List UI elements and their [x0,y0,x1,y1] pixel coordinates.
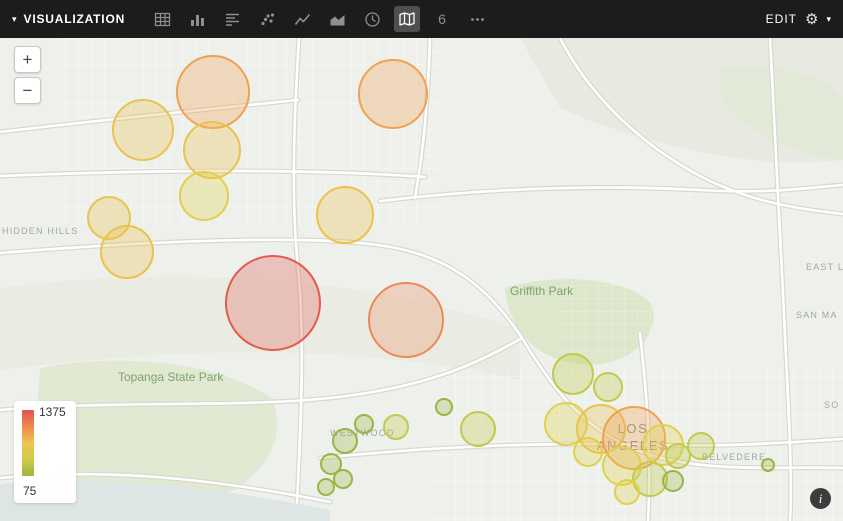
scatter-plot-icon[interactable] [254,6,280,32]
area-chart-icon[interactable] [324,6,350,32]
tile-map-icon[interactable] [394,6,420,32]
legend-max-value: 1375 [39,405,66,419]
edit-controls: EDIT ⚙ ▾ [766,12,831,27]
map-bubble[interactable] [333,429,357,453]
vis-type-switcher: 6 [149,6,766,32]
gear-icon[interactable]: ⚙ [805,12,818,27]
info-icon[interactable]: i [810,488,831,509]
more-options-icon[interactable] [464,6,490,32]
map-bubble[interactable] [334,470,352,488]
map-bubble[interactable] [688,433,714,459]
visualization-title: VISUALIZATION [24,12,126,26]
toolbar-title-group[interactable]: ▾ VISUALIZATION [12,12,125,26]
color-legend: 1375 75 [14,401,76,503]
map-bubble[interactable] [436,399,452,415]
data-table-icon[interactable] [149,6,175,32]
map-bubble[interactable] [317,187,373,243]
map-bubble[interactable] [553,354,593,394]
legend-gradient-bar [22,410,34,476]
toolbar: ▾ VISUALIZATION [0,0,843,38]
map-bubble[interactable] [594,373,622,401]
line-chart-icon[interactable] [289,6,315,32]
map-bubble[interactable] [666,444,690,468]
metric-icon[interactable]: 6 [429,6,455,32]
map-canvas[interactable]: HIDDEN HILLSEAST LSAN MASOGriffith ParkT… [0,38,843,521]
map-bubble[interactable] [615,480,639,504]
time-series-icon[interactable] [359,6,385,32]
metric-label: 6 [438,12,446,26]
collapse-caret-icon[interactable]: ▾ [12,15,17,24]
map-bubble[interactable] [461,412,495,446]
map-bubble[interactable] [101,226,153,278]
bubble-layer [0,38,843,521]
map-bubble[interactable] [184,122,240,178]
map-bubble[interactable] [177,56,249,128]
map-bubble[interactable] [355,415,373,433]
map-bubble[interactable] [226,256,320,350]
map-bubble[interactable] [113,100,173,160]
map-bubble[interactable] [359,60,427,128]
map-bubble[interactable] [180,172,228,220]
map-bubble[interactable] [663,471,683,491]
edit-caret-icon[interactable]: ▾ [826,15,831,24]
map-bubble[interactable] [369,283,443,357]
zoom-control: + − [14,46,41,104]
map-bubble[interactable] [318,479,334,495]
bar-chart-icon[interactable] [184,6,210,32]
markdown-icon[interactable] [219,6,245,32]
zoom-in-button[interactable]: + [14,46,41,73]
zoom-out-button[interactable]: − [14,77,41,104]
visualization-app: ▾ VISUALIZATION [0,0,843,521]
map-bubble[interactable] [384,415,408,439]
legend-min-value: 75 [23,484,36,498]
map-bubble[interactable] [762,459,774,471]
edit-button[interactable]: EDIT [766,12,797,26]
